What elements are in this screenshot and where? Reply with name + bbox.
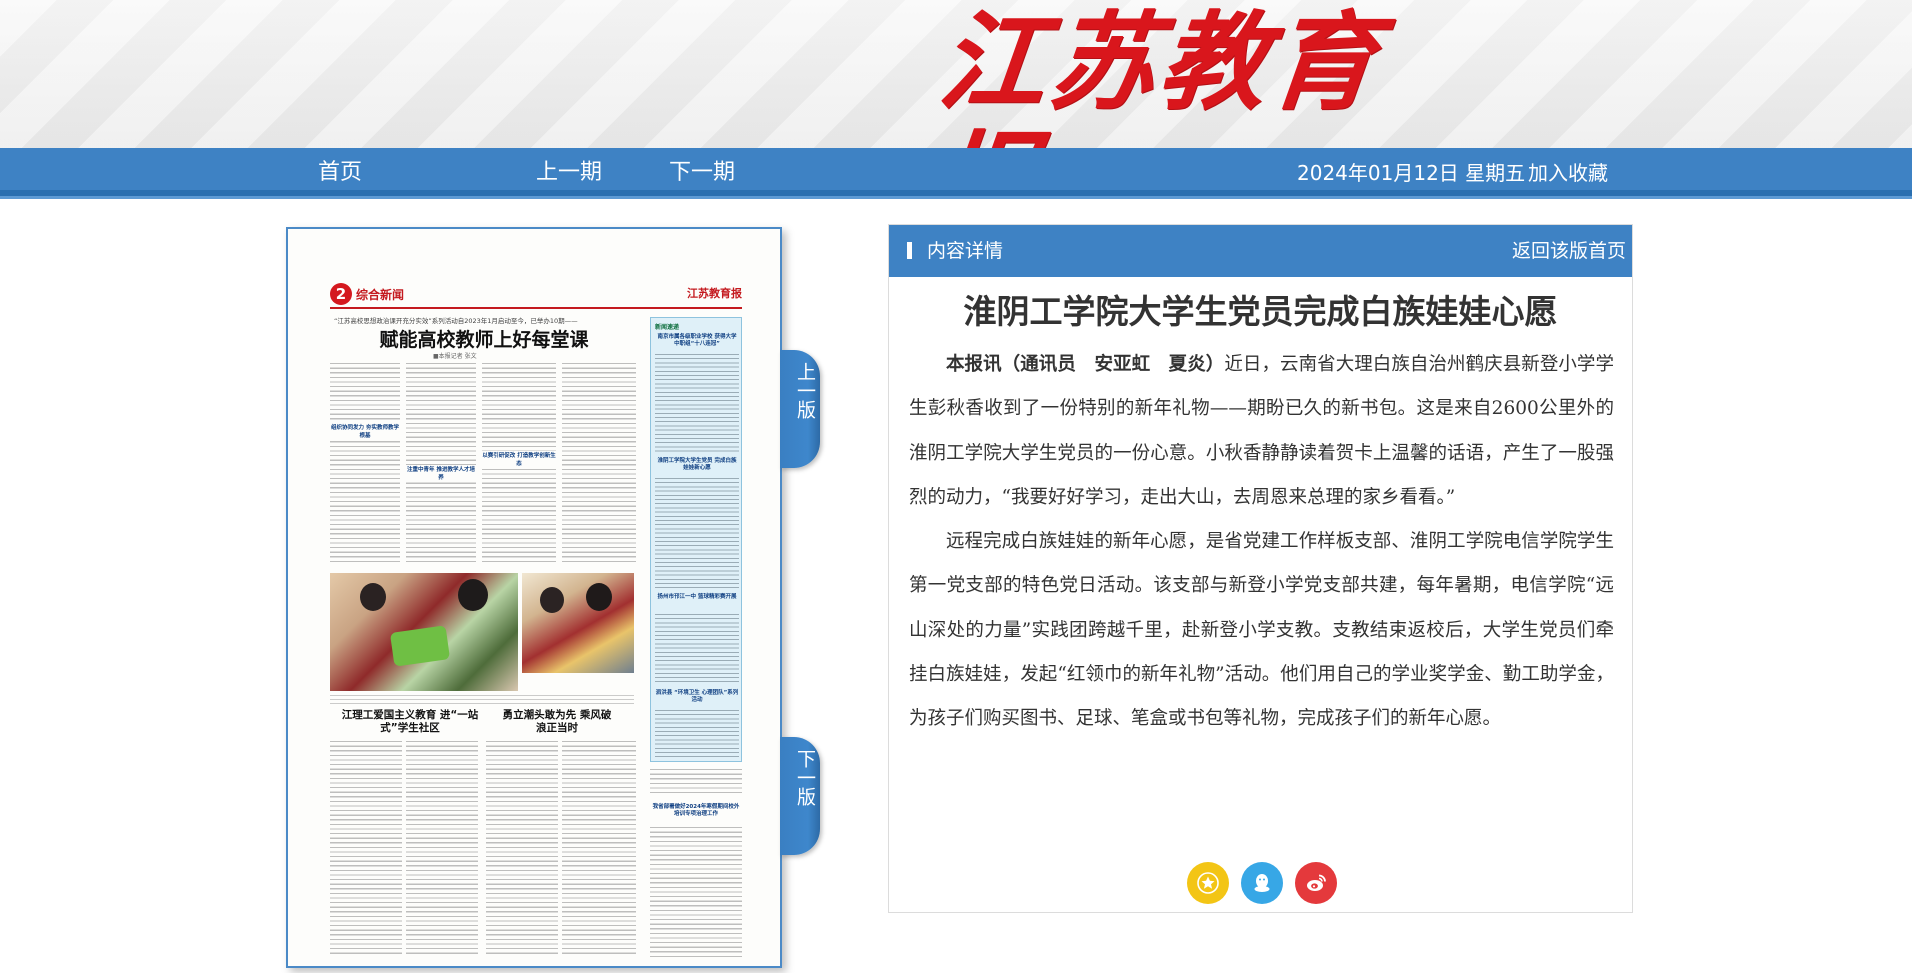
page-kicker: “江苏高校思想政治课开充分实效”系列活动自2023年1月启动至今，已举办10期—… <box>334 317 578 325</box>
page-section-name: 综合新闻 <box>356 288 405 302</box>
article-text-column[interactable] <box>562 741 636 957</box>
qq-icon <box>1254 874 1270 892</box>
page-byline: ■本报记者 张文 <box>433 353 477 360</box>
news-photo <box>330 573 518 691</box>
article-text-column[interactable] <box>406 363 476 563</box>
article-text-column[interactable] <box>486 741 558 957</box>
article-header-bar: 内容详情 返回该版首页 <box>889 225 1632 277</box>
sidebar-headline[interactable]: 泗洪县 “环境卫生 心理团队”系列活动 <box>655 690 739 704</box>
article-panel-title: 内容详情 <box>927 240 1004 262</box>
share-weibo-button[interactable] <box>1295 862 1337 904</box>
sidebar-headline[interactable]: 南京市属各级职业学校 获得大学中职组“十八连冠” <box>655 334 739 348</box>
page-story-headline[interactable]: 勇立潮头敢为先 乘风破浪正当时 <box>502 709 612 735</box>
newspaper-page-image[interactable]: 2 综合新闻 江苏教育报 “江苏高校思想政治课开充分实效”系列活动自2023年1… <box>286 227 782 968</box>
article-text-column[interactable] <box>650 827 742 957</box>
article-text-column[interactable] <box>650 769 742 793</box>
page-header-rule <box>330 307 742 309</box>
sidebar-text <box>655 710 739 758</box>
newspaper-logo[interactable]: 江苏教育报 <box>921 0 1467 148</box>
prev-page-label: 上一版 <box>794 362 816 419</box>
page-story-headline[interactable]: 我省部署做好2024年寒假期间校外培训专项治理工作 <box>650 804 742 818</box>
nav-home-link[interactable]: 首页 <box>318 148 362 196</box>
share-favorite-button[interactable] <box>1187 862 1229 904</box>
nav-next-issue-link[interactable]: 下一期 <box>669 148 735 196</box>
article-text-column[interactable] <box>330 363 400 563</box>
article-byline: 本报讯（通讯员 安亚虹 夏炎） <box>946 354 1225 375</box>
back-to-page-link[interactable]: 返回该版首页 <box>1512 225 1626 277</box>
nav-prev-issue-link[interactable]: 上一期 <box>536 148 602 196</box>
sidebar-text <box>655 354 739 454</box>
next-page-label: 下一版 <box>794 749 816 806</box>
page-number-badge: 2 <box>330 283 352 305</box>
next-page-tab[interactable]: 下一版 <box>780 737 820 855</box>
page-main-headline[interactable]: 赋能高校教师上好每堂课 <box>334 325 634 352</box>
article-text-column[interactable] <box>406 741 478 957</box>
article-panel: 内容详情 返回该版首页 淮阴工学院大学生党员完成白族娃娃心愿 本报讯（通讯员 安… <box>888 224 1633 913</box>
news-photo <box>522 573 634 673</box>
page-story-headline[interactable]: 江理工爱国主义教育 进“一站式”学生社区 <box>340 709 480 735</box>
sidebar-title: 新闻速递 <box>655 324 680 331</box>
sidebar-text <box>655 614 739 684</box>
article-subhead: 注重中青年 推进教学人才培养 <box>406 465 476 481</box>
article-body: 本报讯（通讯员 安亚虹 夏炎）近日，云南省大理白族自治州鹤庆县新登小学学生彭秋香… <box>909 343 1614 742</box>
photo-caption <box>330 695 634 705</box>
page-edition-name: 江苏教育报 <box>687 287 742 300</box>
bookmark-link[interactable]: 加入收藏 <box>1528 148 1608 196</box>
sidebar-headline[interactable]: 淮阴工学院大学生党员 完成白族娃娃新心愿 <box>655 458 739 472</box>
masthead: 江苏教育报 <box>0 0 1912 148</box>
article-text-column[interactable] <box>562 363 636 563</box>
article-subhead: 以赛引研促改 打造教学创新生态 <box>482 451 556 467</box>
share-qq-button[interactable] <box>1241 862 1283 904</box>
bar-marker-icon <box>907 242 912 259</box>
weibo-icon <box>1307 874 1326 891</box>
page-sidebar[interactable]: 新闻速递 南京市属各级职业学校 获得大学中职组“十八连冠” 淮阴工学院大学生党员… <box>650 317 742 762</box>
article-text-column[interactable] <box>330 741 402 957</box>
issue-date: 2024年01月12日 星期五 <box>1297 161 1526 185</box>
paragraph-text: 近日，云南省大理白族自治州鹤庆县新登小学学生彭秋香收到了一份特别的新年礼物——期… <box>909 354 1614 508</box>
sidebar-headline[interactable]: 扬州市邗江一中 篮球精彩赛开展 <box>655 594 739 601</box>
article-paragraph: 本报讯（通讯员 安亚虹 夏炎）近日，云南省大理白族自治州鹤庆县新登小学学生彭秋香… <box>909 343 1614 520</box>
article-title: 淮阴工学院大学生党员完成白族娃娃心愿 <box>963 292 1558 331</box>
star-icon <box>1197 872 1219 894</box>
article-paragraph: 远程完成白族娃娃的新年心愿，是省党建工作样板支部、淮阴工学院电信学院学生第一党支… <box>909 531 1614 730</box>
page-header: 2 综合新闻 江苏教育报 <box>330 283 742 305</box>
sidebar-text <box>655 478 739 588</box>
prev-page-tab[interactable]: 上一版 <box>780 350 820 468</box>
article-subhead: 组织协同发力 夯实教师教学根基 <box>330 423 400 439</box>
nav-bar: 首页 上一期 下一期 2024年01月12日 星期五 加入收藏 <box>0 148 1912 199</box>
